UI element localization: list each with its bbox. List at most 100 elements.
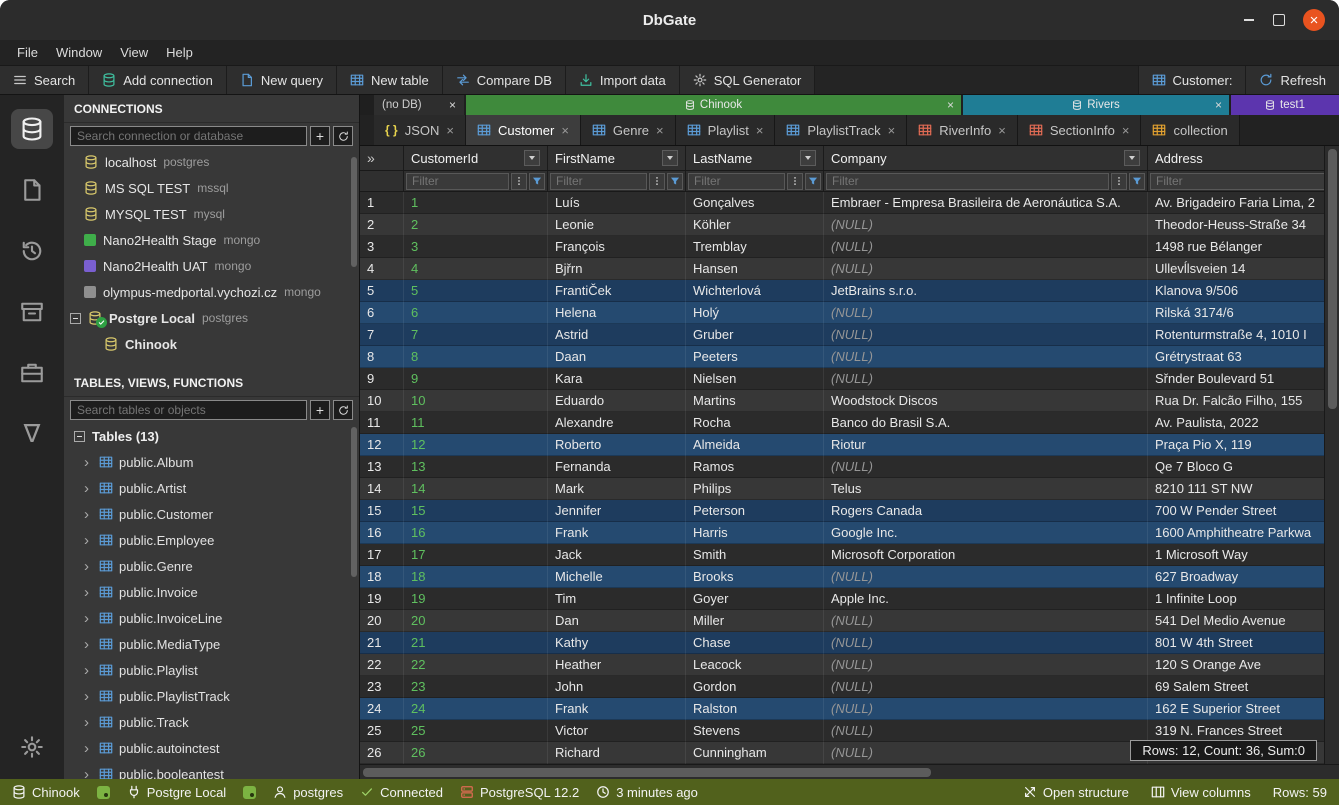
row-number[interactable]: 17 (360, 544, 404, 566)
sql-generator-button[interactable]: SQL Generator (680, 66, 816, 94)
scrollbar-thumb[interactable] (1328, 149, 1337, 409)
table-row[interactable]: 21 21 Kathy Chase (NULL) 801 W 4th Stree… (360, 632, 1339, 654)
cell-address[interactable]: Klanova 9/506 (1148, 280, 1339, 302)
view-columns-button[interactable]: View columns (1151, 785, 1251, 800)
close-icon[interactable] (446, 123, 454, 138)
cell-customerid[interactable]: 13 (404, 456, 548, 478)
table-row[interactable]: 15 15 Jennifer Peterson Rogers Canada 70… (360, 500, 1339, 522)
cell-company[interactable]: Microsoft Corporation (824, 544, 1148, 566)
sidebar-item-archive[interactable] (11, 292, 53, 332)
table-list-item[interactable]: public.Playlist (64, 657, 359, 683)
connection-item-nano2health-uat[interactable]: Nano2Health UATmongo (64, 253, 359, 279)
chevron-down-icon[interactable] (524, 150, 540, 166)
table-row[interactable]: 8 8 Daan Peeters (NULL) Grétrystraat 63 (360, 346, 1339, 368)
cell-address[interactable]: 801 W 4th Street (1148, 632, 1339, 654)
tables-scrollbar[interactable] (351, 427, 357, 577)
table-list-item[interactable]: public.MediaType (64, 631, 359, 657)
cell-address[interactable]: 162 E Superior Street (1148, 698, 1339, 720)
cell-firstname[interactable]: Bjřrn (548, 258, 686, 280)
cell-firstname[interactable]: FrantiČek (548, 280, 686, 302)
cell-company[interactable]: Embraer - Empresa Brasileira de Aeronáut… (824, 192, 1148, 214)
cell-lastname[interactable]: Chase (686, 632, 824, 654)
connection-item-localhost[interactable]: localhostpostgres (64, 149, 359, 175)
chevron-right-icon[interactable] (84, 689, 93, 704)
chevron-right-icon[interactable] (84, 741, 93, 756)
cell-customerid[interactable]: 15 (404, 500, 548, 522)
tab-playlisttrack[interactable]: PlaylistTrack (775, 115, 907, 145)
table-list-item[interactable]: public.InvoiceLine (64, 605, 359, 631)
db-group-rivers[interactable]: Rivers (963, 95, 1231, 115)
cell-customerid[interactable]: 16 (404, 522, 548, 544)
row-number[interactable]: 8 (360, 346, 404, 368)
cell-address[interactable]: Sřnder Boulevard 51 (1148, 368, 1339, 390)
connections-scrollbar[interactable] (351, 157, 357, 267)
sidebar-item-files[interactable] (11, 170, 53, 210)
filter-menu-button[interactable] (1111, 173, 1127, 190)
cell-lastname[interactable]: Martins (686, 390, 824, 412)
cell-company[interactable]: Riotur (824, 434, 1148, 456)
compare-db-button[interactable]: Compare DB (443, 66, 566, 94)
cell-company[interactable]: Banco do Brasil S.A. (824, 412, 1148, 434)
table-row[interactable]: 17 17 Jack Smith Microsoft Corporation 1… (360, 544, 1339, 566)
sidebar-item-history[interactable] (11, 231, 53, 271)
column-header-company[interactable]: Company (824, 146, 1148, 170)
close-icon[interactable] (449, 98, 456, 112)
column-header-firstname[interactable]: FirstName (548, 146, 686, 170)
cell-address[interactable]: Theodor-Heuss-Straße 34 (1148, 214, 1339, 236)
cell-lastname[interactable]: Gruber (686, 324, 824, 346)
refresh-connections-button[interactable] (333, 126, 353, 146)
cell-firstname[interactable]: Astrid (548, 324, 686, 346)
cell-customerid[interactable]: 22 (404, 654, 548, 676)
cell-company[interactable]: (NULL) (824, 258, 1148, 280)
menu-item[interactable]: View (111, 40, 157, 65)
cell-company[interactable]: Google Inc. (824, 522, 1148, 544)
row-number[interactable]: 11 (360, 412, 404, 434)
cell-firstname[interactable]: Alexandre (548, 412, 686, 434)
connection-item-nano2health-stage[interactable]: Nano2Health Stagemongo (64, 227, 359, 253)
table-list-item[interactable]: public.Invoice (64, 579, 359, 605)
cell-address[interactable]: Grétrystraat 63 (1148, 346, 1339, 368)
filter-input-company[interactable] (826, 173, 1109, 190)
table-list-item[interactable]: public.booleantest (64, 761, 359, 779)
cell-lastname[interactable]: Philips (686, 478, 824, 500)
filter-input-address[interactable] (1150, 173, 1336, 190)
cell-address[interactable]: Av. Brigadeiro Faria Lima, 2 (1148, 192, 1339, 214)
add-connection-small-button[interactable] (310, 126, 330, 146)
chevron-right-icon[interactable] (84, 455, 93, 470)
cell-customerid[interactable]: 7 (404, 324, 548, 346)
chevron-down-icon[interactable] (1124, 150, 1140, 166)
cell-firstname[interactable]: Luís (548, 192, 686, 214)
horizontal-scrollbar[interactable] (360, 764, 1339, 779)
cell-lastname[interactable]: Cunningham (686, 742, 824, 764)
cell-firstname[interactable]: Heather (548, 654, 686, 676)
cell-customerid[interactable]: 1 (404, 192, 548, 214)
row-number[interactable]: 23 (360, 676, 404, 698)
tab-genre[interactable]: Genre (581, 115, 676, 145)
row-number[interactable]: 4 (360, 258, 404, 280)
database-item-chinook[interactable]: Chinook (64, 331, 359, 357)
cell-lastname[interactable]: Leacock (686, 654, 824, 676)
row-number[interactable]: 10 (360, 390, 404, 412)
close-icon[interactable] (756, 123, 764, 138)
row-number[interactable]: 13 (360, 456, 404, 478)
table-row[interactable]: 18 18 Michelle Brooks (NULL) 627 Broadwa… (360, 566, 1339, 588)
cell-company[interactable]: (NULL) (824, 654, 1148, 676)
tab-collection[interactable]: collection (1141, 115, 1239, 145)
cell-customerid[interactable]: 5 (404, 280, 548, 302)
status-connection[interactable]: Postgre Local (127, 785, 227, 800)
db-group-no-db[interactable]: (no DB) (374, 95, 466, 115)
row-number[interactable]: 26 (360, 742, 404, 764)
table-list-item[interactable]: public.Genre (64, 553, 359, 579)
cell-firstname[interactable]: Dan (548, 610, 686, 632)
add-table-small-button[interactable] (310, 400, 330, 420)
cell-customerid[interactable]: 26 (404, 742, 548, 764)
table-row[interactable]: 16 16 Frank Harris Google Inc. 1600 Amph… (360, 522, 1339, 544)
table-row[interactable]: 7 7 Astrid Gruber (NULL) Rotenturmstraße… (360, 324, 1339, 346)
cell-firstname[interactable]: Michelle (548, 566, 686, 588)
cell-firstname[interactable]: François (548, 236, 686, 258)
table-row[interactable]: 4 4 Bjřrn Hansen (NULL) Ullevĺlsveien 14 (360, 258, 1339, 280)
table-row[interactable]: 25 25 Victor Stevens (NULL) 319 N. Franc… (360, 720, 1339, 742)
cell-address[interactable]: 700 W Pender Street (1148, 500, 1339, 522)
cell-address[interactable]: 8210 111 ST NW (1148, 478, 1339, 500)
cell-address[interactable]: 1498 rue Bélanger (1148, 236, 1339, 258)
